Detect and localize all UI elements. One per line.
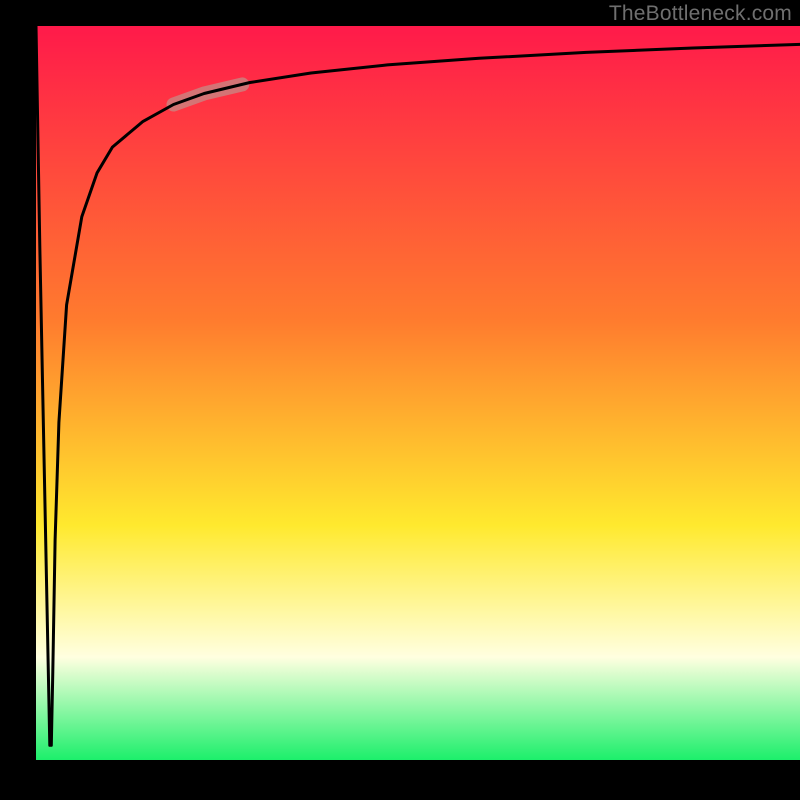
- left-spine: [0, 0, 36, 800]
- bottom-spine: [0, 760, 800, 800]
- attribution-text: TheBottleneck.com: [609, 2, 792, 26]
- plot-area: [36, 26, 800, 760]
- plot-svg: [0, 0, 800, 800]
- chart-stage: TheBottleneck.com: [0, 0, 800, 800]
